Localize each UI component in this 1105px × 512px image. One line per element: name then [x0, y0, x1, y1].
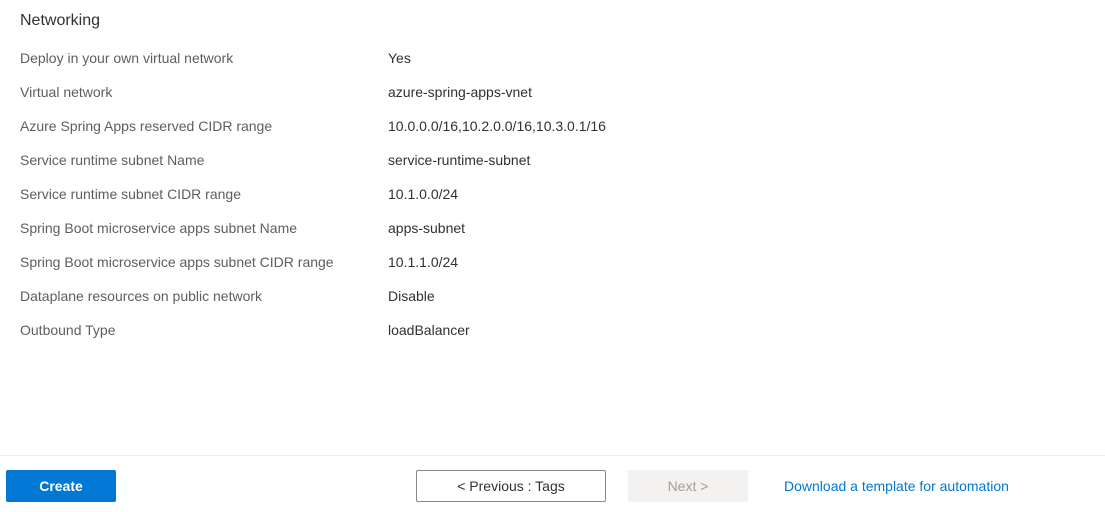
previous-button[interactable]: < Previous : Tags: [416, 470, 606, 502]
next-button: Next >: [628, 470, 748, 502]
field-label: Service runtime subnet Name: [20, 150, 388, 170]
field-label: Spring Boot microservice apps subnet CID…: [20, 252, 388, 272]
field-label: Spring Boot microservice apps subnet Nam…: [20, 218, 388, 238]
networking-section: Networking Deploy in your own virtual ne…: [0, 0, 1105, 340]
field-value: apps-subnet: [388, 218, 465, 238]
field-apps-subnet-name: Spring Boot microservice apps subnet Nam…: [20, 218, 1085, 238]
field-label: Azure Spring Apps reserved CIDR range: [20, 116, 388, 136]
field-value: loadBalancer: [388, 320, 470, 340]
field-value: 10.1.1.0/24: [388, 252, 458, 272]
create-button[interactable]: Create: [6, 470, 116, 502]
field-outbound-type: Outbound Type loadBalancer: [20, 320, 1085, 340]
field-label: Virtual network: [20, 82, 388, 102]
field-label: Service runtime subnet CIDR range: [20, 184, 388, 204]
field-label: Outbound Type: [20, 320, 388, 340]
field-value: service-runtime-subnet: [388, 150, 530, 170]
field-label: Dataplane resources on public network: [20, 286, 388, 306]
field-value: 10.1.0.0/24: [388, 184, 458, 204]
field-value: azure-spring-apps-vnet: [388, 82, 532, 102]
field-runtime-subnet-name: Service runtime subnet Name service-runt…: [20, 150, 1085, 170]
download-template-link[interactable]: Download a template for automation: [784, 478, 1009, 494]
section-title: Networking: [20, 12, 1085, 30]
field-value: Disable: [388, 286, 435, 306]
field-runtime-subnet-cidr: Service runtime subnet CIDR range 10.1.0…: [20, 184, 1085, 204]
wizard-footer: Create < Previous : Tags Next > Download…: [0, 455, 1105, 512]
field-apps-subnet-cidr: Spring Boot microservice apps subnet CID…: [20, 252, 1085, 272]
field-value: 10.0.0.0/16,10.2.0.0/16,10.3.0.1/16: [388, 116, 606, 136]
field-value: Yes: [388, 48, 411, 68]
field-cidr-range: Azure Spring Apps reserved CIDR range 10…: [20, 116, 1085, 136]
field-dataplane: Dataplane resources on public network Di…: [20, 286, 1085, 306]
field-deploy-vnet: Deploy in your own virtual network Yes: [20, 48, 1085, 68]
field-label: Deploy in your own virtual network: [20, 48, 388, 68]
field-virtual-network: Virtual network azure-spring-apps-vnet: [20, 82, 1085, 102]
